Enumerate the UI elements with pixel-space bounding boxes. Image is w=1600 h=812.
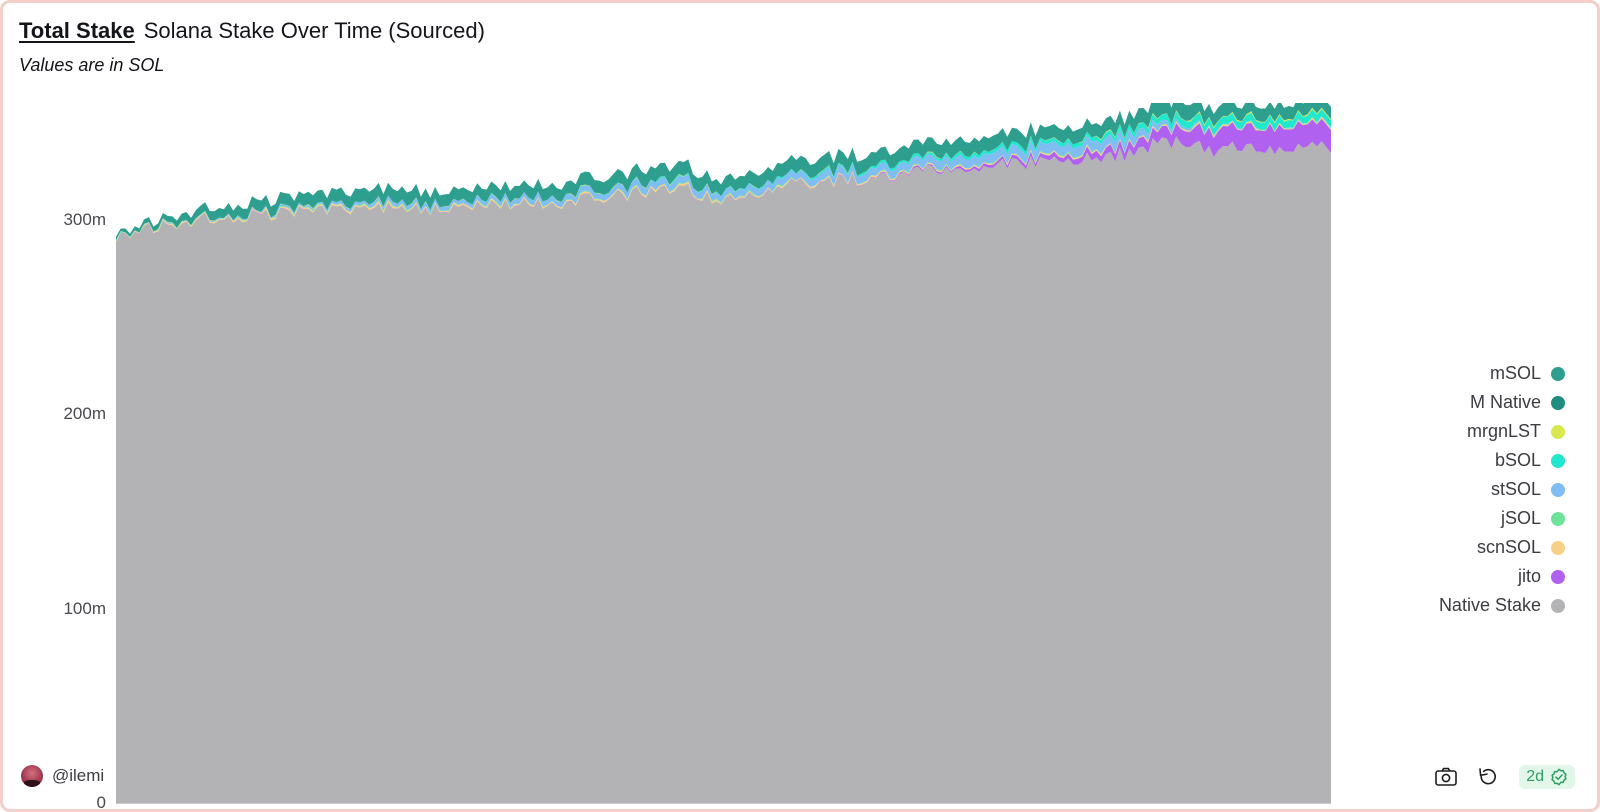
freshness-label: 2d (1526, 768, 1544, 785)
dune-chart-card: Total Stake Solana Stake Over Time (Sourc… (0, 0, 1600, 812)
area-series-native-stake (116, 136, 1331, 803)
stacked-area-chart[interactable] (116, 103, 1331, 803)
legend-color-swatch (1551, 540, 1565, 555)
chart-legend: mSOL M Native mrgnLST bSOL stSOL jSOL scnSOL ji… (1439, 363, 1565, 616)
camera-icon[interactable] (1435, 767, 1458, 787)
chart-container: Dune 0100m200m300m Oct 2021Jan 2022Apr 2… (3, 91, 1600, 812)
chart-subtitle: Values are in SOL (19, 54, 165, 75)
author-handle[interactable]: @ilemi (52, 766, 104, 786)
legend-item-label: scnSOL (1476, 537, 1541, 557)
legend-item-mrgnlst[interactable]: mrgnLST (1467, 421, 1565, 442)
chart-header: Total Stake Solana Stake Over Time (Sourc… (19, 17, 485, 76)
legend-item-label: jito (1517, 566, 1541, 586)
legend-color-swatch (1551, 482, 1565, 497)
legend-item-jito[interactable]: jito (1518, 566, 1565, 587)
legend-item-label: mrgnLST (1466, 421, 1541, 441)
x-axis-baseline (116, 803, 1331, 804)
legend-color-swatch (1551, 569, 1565, 584)
legend-item-label: jSOL (1500, 508, 1541, 528)
plot-area[interactable] (116, 103, 1331, 803)
y-axis-tick: 100m (63, 598, 106, 618)
legend-color-swatch (1551, 424, 1565, 439)
title-description: Solana Stake Over Time (Sourced) (143, 18, 485, 43)
legend-item-native-stake[interactable]: Native Stake (1439, 595, 1565, 616)
freshness-badge[interactable]: 2d (1519, 765, 1575, 789)
avatar (21, 765, 43, 787)
page-title: Total Stake Solana Stake Over Time (Sourc… (19, 17, 485, 45)
legend-item-label: Native Stake (1438, 595, 1541, 615)
legend-color-swatch (1551, 395, 1565, 410)
legend-color-swatch (1551, 453, 1565, 468)
y-axis-tick: 300m (63, 209, 106, 229)
legend-item-m-native[interactable]: M Native (1470, 392, 1565, 413)
legend-item-stsol[interactable]: stSOL (1491, 479, 1565, 500)
refresh-icon[interactable] (1477, 766, 1499, 788)
legend-item-jsol[interactable]: jSOL (1501, 508, 1565, 529)
author-badge[interactable]: @ilemi (21, 765, 104, 787)
legend-item-label: stSOL (1490, 479, 1541, 499)
legend-item-label: mSOL (1489, 363, 1541, 383)
chart-controls: 2d (1435, 765, 1575, 789)
legend-color-swatch (1551, 511, 1565, 526)
y-axis-tick: 200m (63, 404, 106, 424)
legend-color-swatch (1551, 366, 1565, 381)
title-main[interactable]: Total Stake (19, 18, 135, 43)
legend-item-label: M Native (1469, 392, 1541, 412)
y-axis-tick: 0 (96, 793, 106, 812)
y-axis: 0 100m 200m 300m (3, 103, 106, 812)
legend-item-bsol[interactable]: bSOL (1495, 450, 1565, 471)
legend-item-msol[interactable]: mSOL (1490, 363, 1565, 384)
legend-item-scnsol[interactable]: scnSOL (1477, 537, 1565, 558)
verified-check-icon (1550, 768, 1568, 786)
legend-item-label: bSOL (1494, 450, 1541, 470)
legend-color-swatch (1551, 598, 1565, 613)
